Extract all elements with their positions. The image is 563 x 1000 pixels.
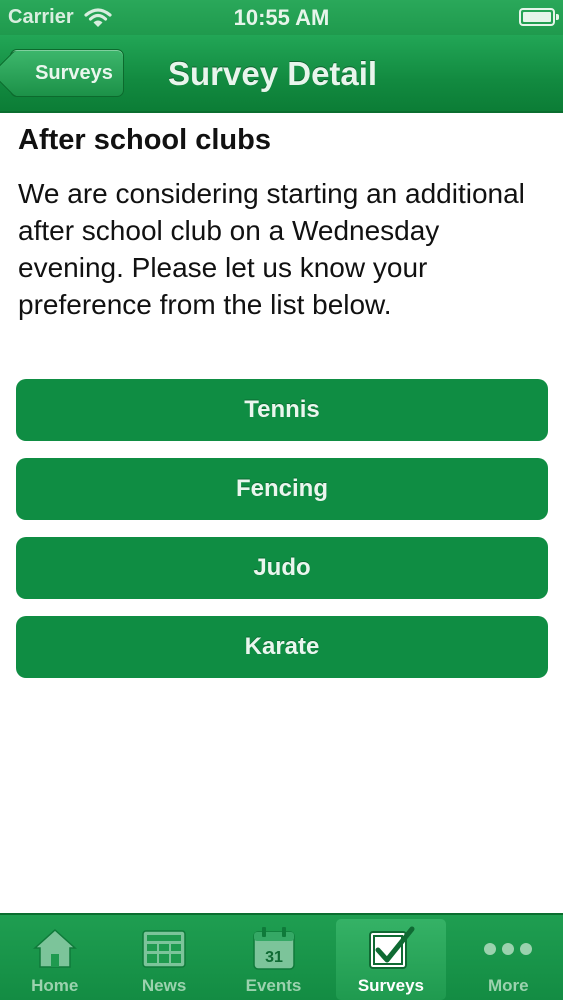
news-icon <box>142 930 186 968</box>
clock: 10:55 AM <box>233 5 330 30</box>
svg-text:31: 31 <box>265 949 283 966</box>
option-judo-button[interactable]: Judo <box>16 537 548 599</box>
back-button-label: Surveys <box>35 61 113 84</box>
tab-more-label: More <box>488 976 529 995</box>
navigation-bar: Surveys Survey Detail <box>0 35 563 113</box>
status-bar: Carrier 10:55 AM <box>0 0 563 35</box>
home-icon <box>32 928 77 968</box>
survey-options: Tennis Fencing Judo Karate <box>16 379 548 695</box>
tab-news[interactable]: News <box>109 915 218 1000</box>
more-icon <box>484 943 533 955</box>
tab-home[interactable]: Home <box>0 915 109 1000</box>
tab-bar: Home News 31 Events Surveys More <box>0 913 563 1000</box>
tab-surveys[interactable]: Surveys <box>336 919 446 1000</box>
checkbox-icon <box>368 926 415 969</box>
tab-surveys-label: Surveys <box>357 976 424 995</box>
tab-news-label: News <box>141 976 187 995</box>
battery-icon <box>519 8 559 26</box>
page-title: Survey Detail <box>168 55 378 92</box>
tab-events-label: Events <box>245 976 302 995</box>
option-tennis-button[interactable]: Tennis <box>16 379 548 441</box>
option-karate-button[interactable]: Karate <box>16 616 548 678</box>
survey-content: After school clubs We are considering st… <box>18 124 548 323</box>
back-button[interactable]: Surveys <box>10 49 124 97</box>
calendar-icon: 31 <box>252 927 295 970</box>
survey-description: We are considering starting an additiona… <box>18 178 525 320</box>
tab-home-label: Home <box>31 976 79 995</box>
option-fencing-button[interactable]: Fencing <box>16 458 548 520</box>
tab-more[interactable]: More <box>454 915 563 1000</box>
survey-title: After school clubs <box>18 124 271 156</box>
tab-events[interactable]: 31 Events <box>219 915 328 1000</box>
